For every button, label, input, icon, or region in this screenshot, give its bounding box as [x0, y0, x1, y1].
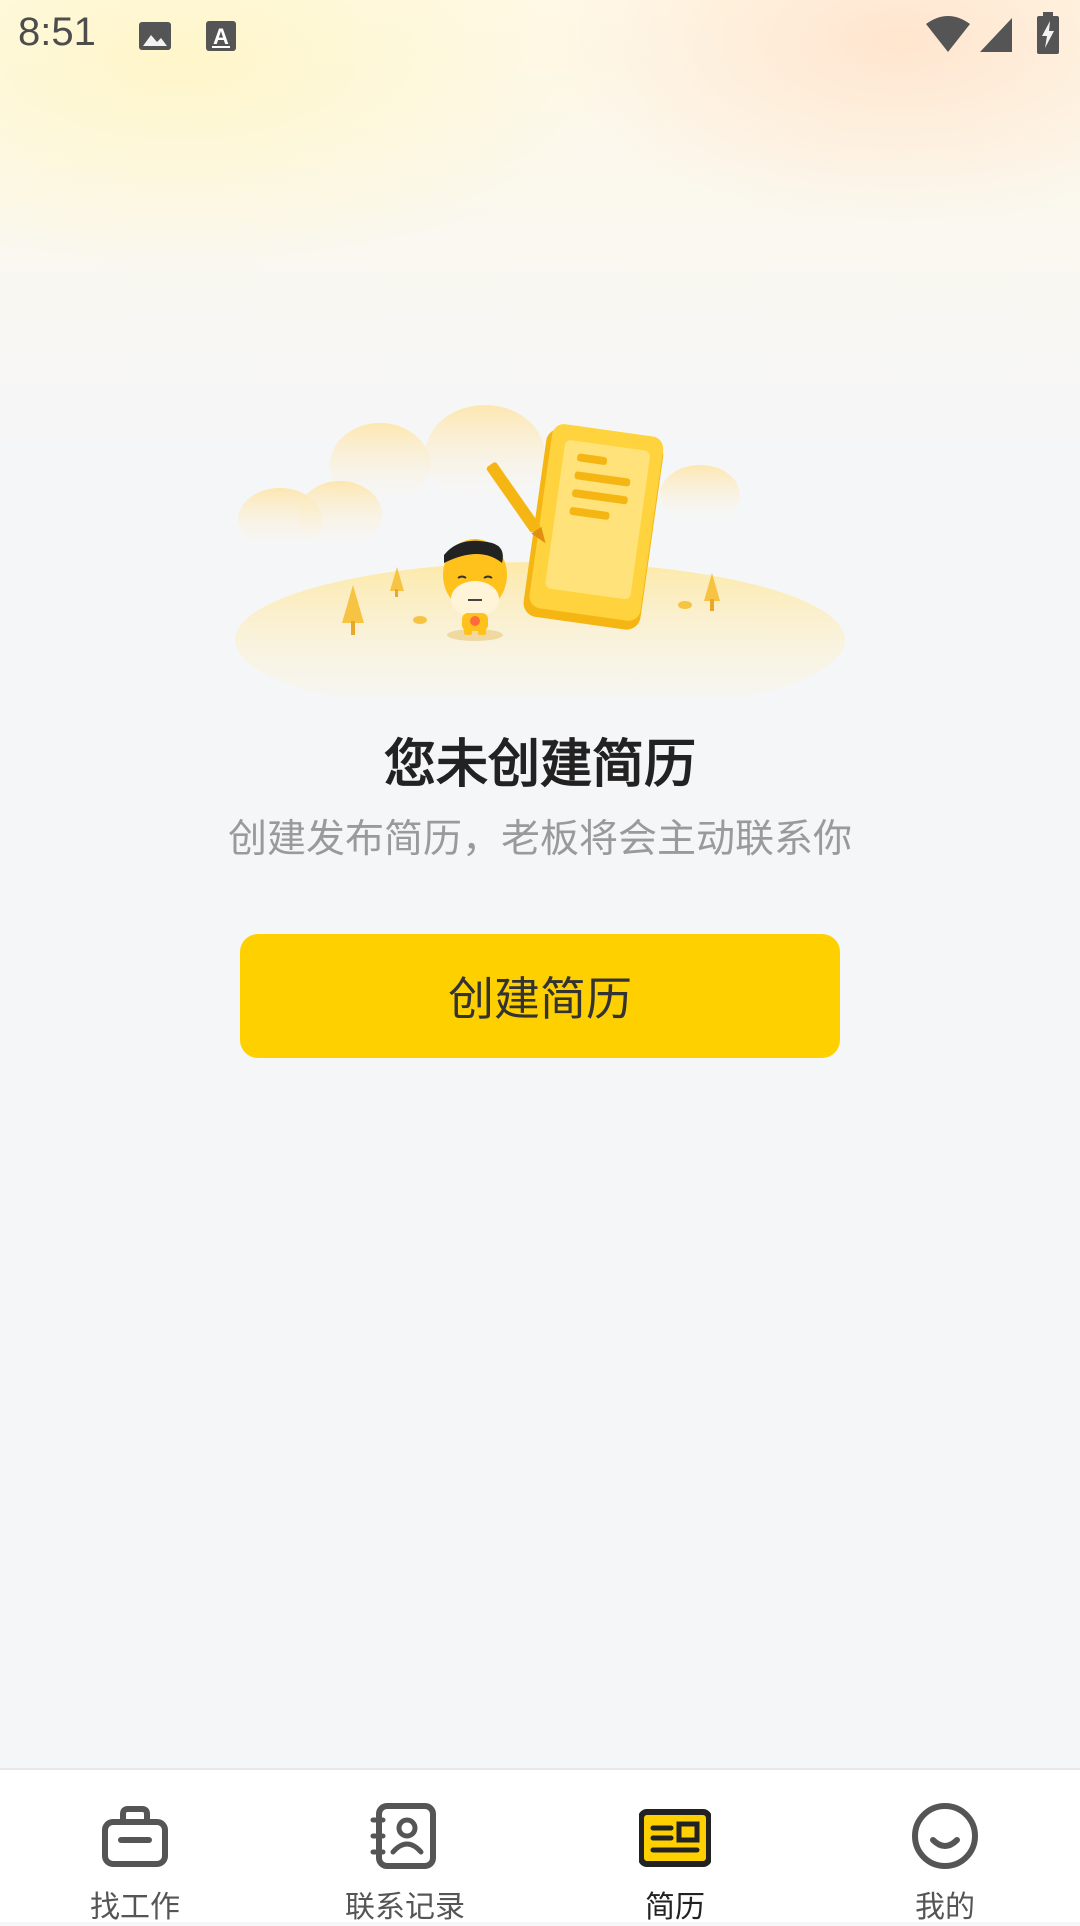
a-badge-icon: A [204, 18, 238, 58]
empty-state-subtitle: 创建发布简历，老板将会主动联系你 [227, 817, 852, 862]
contact-book-icon [369, 1800, 441, 1872]
tab-label: 联系记录 [345, 1890, 465, 1925]
tab-mine[interactable]: 我的 [810, 1770, 1080, 1925]
resume-card-icon [638, 1800, 712, 1872]
empty-state-title: 您未创建简历 [383, 735, 696, 795]
svg-text:A: A [213, 24, 229, 49]
create-resume-button[interactable]: 创建简历 [240, 934, 840, 1058]
image-icon [137, 18, 173, 58]
status-time: 8:51 [18, 10, 96, 54]
tab-label: 找工作 [90, 1890, 180, 1925]
battery-charging-icon [1036, 12, 1060, 60]
tab-label: 简历 [645, 1890, 705, 1925]
tab-label: 我的 [915, 1890, 975, 1925]
signal-icon [978, 16, 1014, 58]
bottom-tab-bar: 找工作 联系记录 简历 我的 [0, 1768, 1080, 1925]
tab-resume[interactable]: 简历 [540, 1770, 810, 1925]
mascot-with-resume-illustration [230, 395, 850, 718]
smile-face-icon [909, 1800, 981, 1872]
wifi-icon [924, 14, 972, 58]
status-bar: 8:51 A [0, 0, 1080, 72]
tab-contact-records[interactable]: 联系记录 [270, 1770, 540, 1925]
briefcase-icon [99, 1800, 171, 1872]
tab-find-job[interactable]: 找工作 [0, 1770, 270, 1925]
